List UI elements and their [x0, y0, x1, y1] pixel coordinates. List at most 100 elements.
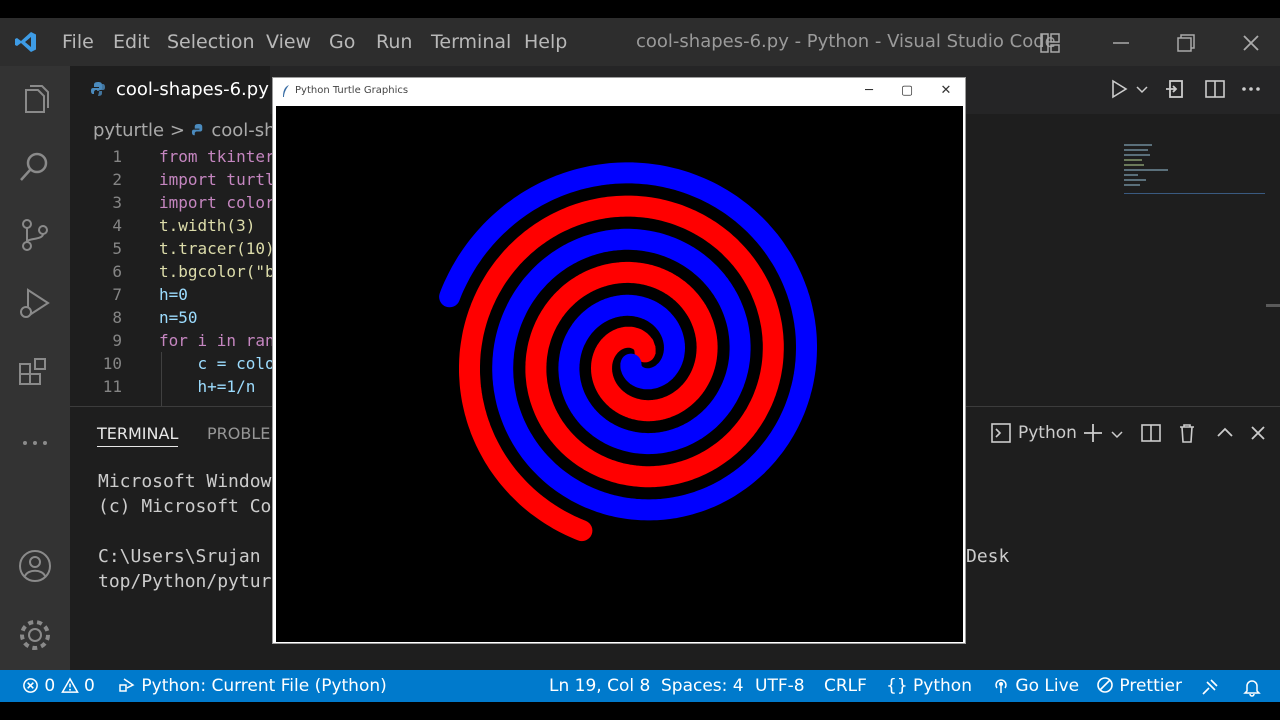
line-number: 5 [112, 239, 122, 258]
chevron-down-icon[interactable] [1135, 82, 1149, 96]
code-line[interactable]: h+=1/n [159, 375, 256, 398]
minimap[interactable] [1120, 144, 1265, 196]
activity-bar [0, 66, 70, 670]
go-live-button[interactable]: Go Live [992, 670, 1079, 702]
braces-icon: {} [886, 676, 908, 696]
maximize-icon[interactable]: ▢ [889, 78, 925, 104]
terminal-line: C:\Users\Srujan [98, 546, 261, 567]
menu-terminal[interactable]: Terminal [431, 18, 511, 66]
layout-icon[interactable] [1039, 32, 1061, 54]
python-interpreter-status[interactable]: Python: Current File (Python) [118, 670, 387, 702]
turtle-canvas[interactable] [276, 106, 963, 642]
prohibited-icon [1097, 677, 1113, 693]
minimize-icon[interactable] [1110, 32, 1132, 54]
encoding[interactable]: UTF-8 [755, 670, 805, 702]
menu-help[interactable]: Help [524, 18, 567, 66]
code-line[interactable]: c = colo [159, 352, 275, 375]
cursor-position[interactable]: Ln 19, Col 8 [549, 670, 650, 702]
feedback-icon[interactable] [1200, 677, 1220, 697]
maximize-panel-icon[interactable] [1214, 422, 1236, 444]
warning-icon [60, 677, 79, 693]
close-icon[interactable] [1240, 32, 1262, 54]
warning-count: 0 [84, 676, 95, 696]
run-file-icon[interactable] [1108, 78, 1130, 100]
restore-icon[interactable] [1175, 32, 1197, 54]
broadcast-icon [995, 679, 1007, 693]
source-control-icon[interactable] [16, 216, 54, 254]
open-changes-icon[interactable] [1164, 78, 1186, 100]
line-number: 8 [112, 308, 122, 327]
breadcrumb-folder[interactable]: pyturtle [93, 120, 164, 141]
turtle-window-title: Python Turtle Graphics [295, 85, 409, 96]
code-line[interactable]: t.tracer(10) [159, 237, 275, 260]
terminal-line: Microsoft Window [98, 471, 272, 492]
notifications-bell-icon[interactable] [1242, 677, 1262, 697]
code-line[interactable]: h=0 [159, 283, 188, 306]
code-line[interactable]: t.bgcolor("b [159, 260, 275, 283]
explorer-icon[interactable] [16, 80, 54, 118]
tab-terminal[interactable]: TERMINAL [97, 424, 179, 447]
trash-icon[interactable] [1176, 422, 1198, 444]
code-line[interactable]: import color [159, 191, 275, 214]
extensions-icon[interactable] [16, 356, 54, 394]
status-bar: 0 0 Python: Current File (Python) Ln 19,… [0, 670, 1280, 702]
line-number: 11 [102, 377, 122, 396]
more-actions-icon[interactable] [1240, 78, 1262, 100]
close-icon[interactable]: ✕ [928, 78, 964, 104]
menu-edit[interactable]: Edit [113, 18, 150, 66]
indentation[interactable]: Spaces: 4 [661, 670, 744, 702]
code-line[interactable]: n=50 [159, 306, 198, 329]
code-line[interactable]: import turtl [159, 168, 275, 191]
title-bar: File Edit Selection View Go Run Terminal… [0, 18, 1280, 66]
terminal-line: top/Python/pytur [98, 571, 272, 592]
code-line[interactable]: t.width(3) [159, 214, 255, 237]
line-ending[interactable]: CRLF [824, 670, 867, 702]
split-terminal-icon[interactable] [1140, 422, 1162, 444]
chevron-right-icon: > [169, 120, 191, 141]
line-number: 9 [112, 331, 122, 350]
error-count: 0 [44, 676, 56, 696]
debug-config-icon [119, 678, 135, 692]
code-line[interactable]: for i in ran [159, 329, 275, 352]
breadcrumb-file[interactable]: cool-sh [211, 120, 275, 141]
terminal-shell-icon [991, 423, 1011, 443]
turtle-graphics-window[interactable]: Python Turtle Graphics ─ ▢ ✕ [272, 77, 966, 644]
run-debug-icon[interactable] [16, 284, 54, 322]
split-editor-icon[interactable] [1204, 78, 1226, 100]
code-line[interactable]: from tkinter [159, 145, 275, 168]
search-icon[interactable] [16, 148, 54, 186]
menu-file[interactable]: File [62, 18, 94, 66]
feather-icon [283, 85, 289, 97]
window-title: cool-shapes-6.py - Python - Visual Studi… [636, 31, 1056, 52]
menu-selection[interactable]: Selection [167, 18, 255, 66]
tab-cool-shapes[interactable]: cool-shapes-6.py [70, 66, 270, 114]
problems-status[interactable]: 0 0 [22, 670, 95, 702]
line-number: 2 [112, 170, 122, 189]
tab-label: cool-shapes-6.py [116, 79, 269, 100]
more-icon[interactable] [16, 424, 54, 462]
terminal-line-fragment: Desk [966, 546, 1010, 567]
menu-go[interactable]: Go [329, 18, 355, 66]
python-file-icon [191, 123, 202, 136]
prettier-status[interactable]: Prettier [1096, 670, 1182, 702]
terminal-line: (c) Microsoft Co [98, 496, 272, 517]
language-mode[interactable]: {} Python [886, 670, 972, 702]
indent-guide [161, 352, 162, 406]
settings-gear-icon[interactable] [16, 616, 54, 654]
account-icon[interactable] [16, 547, 54, 585]
line-number: 1 [112, 147, 122, 166]
chevron-down-icon[interactable] [1110, 427, 1124, 441]
menu-view[interactable]: View [266, 18, 311, 66]
line-number: 6 [112, 262, 122, 281]
scrollbar[interactable] [1266, 304, 1280, 307]
menu-run[interactable]: Run [376, 18, 412, 66]
minimize-icon[interactable]: ─ [851, 78, 887, 104]
close-panel-icon[interactable] [1247, 422, 1269, 444]
line-number: 7 [112, 285, 122, 304]
line-number: 3 [112, 193, 122, 212]
vscode-logo-icon [15, 32, 36, 52]
spiral-drawing [439, 162, 817, 542]
terminal-shell-label[interactable]: Python [1018, 423, 1077, 443]
add-terminal-icon[interactable] [1082, 422, 1104, 444]
line-number: 10 [102, 354, 122, 373]
